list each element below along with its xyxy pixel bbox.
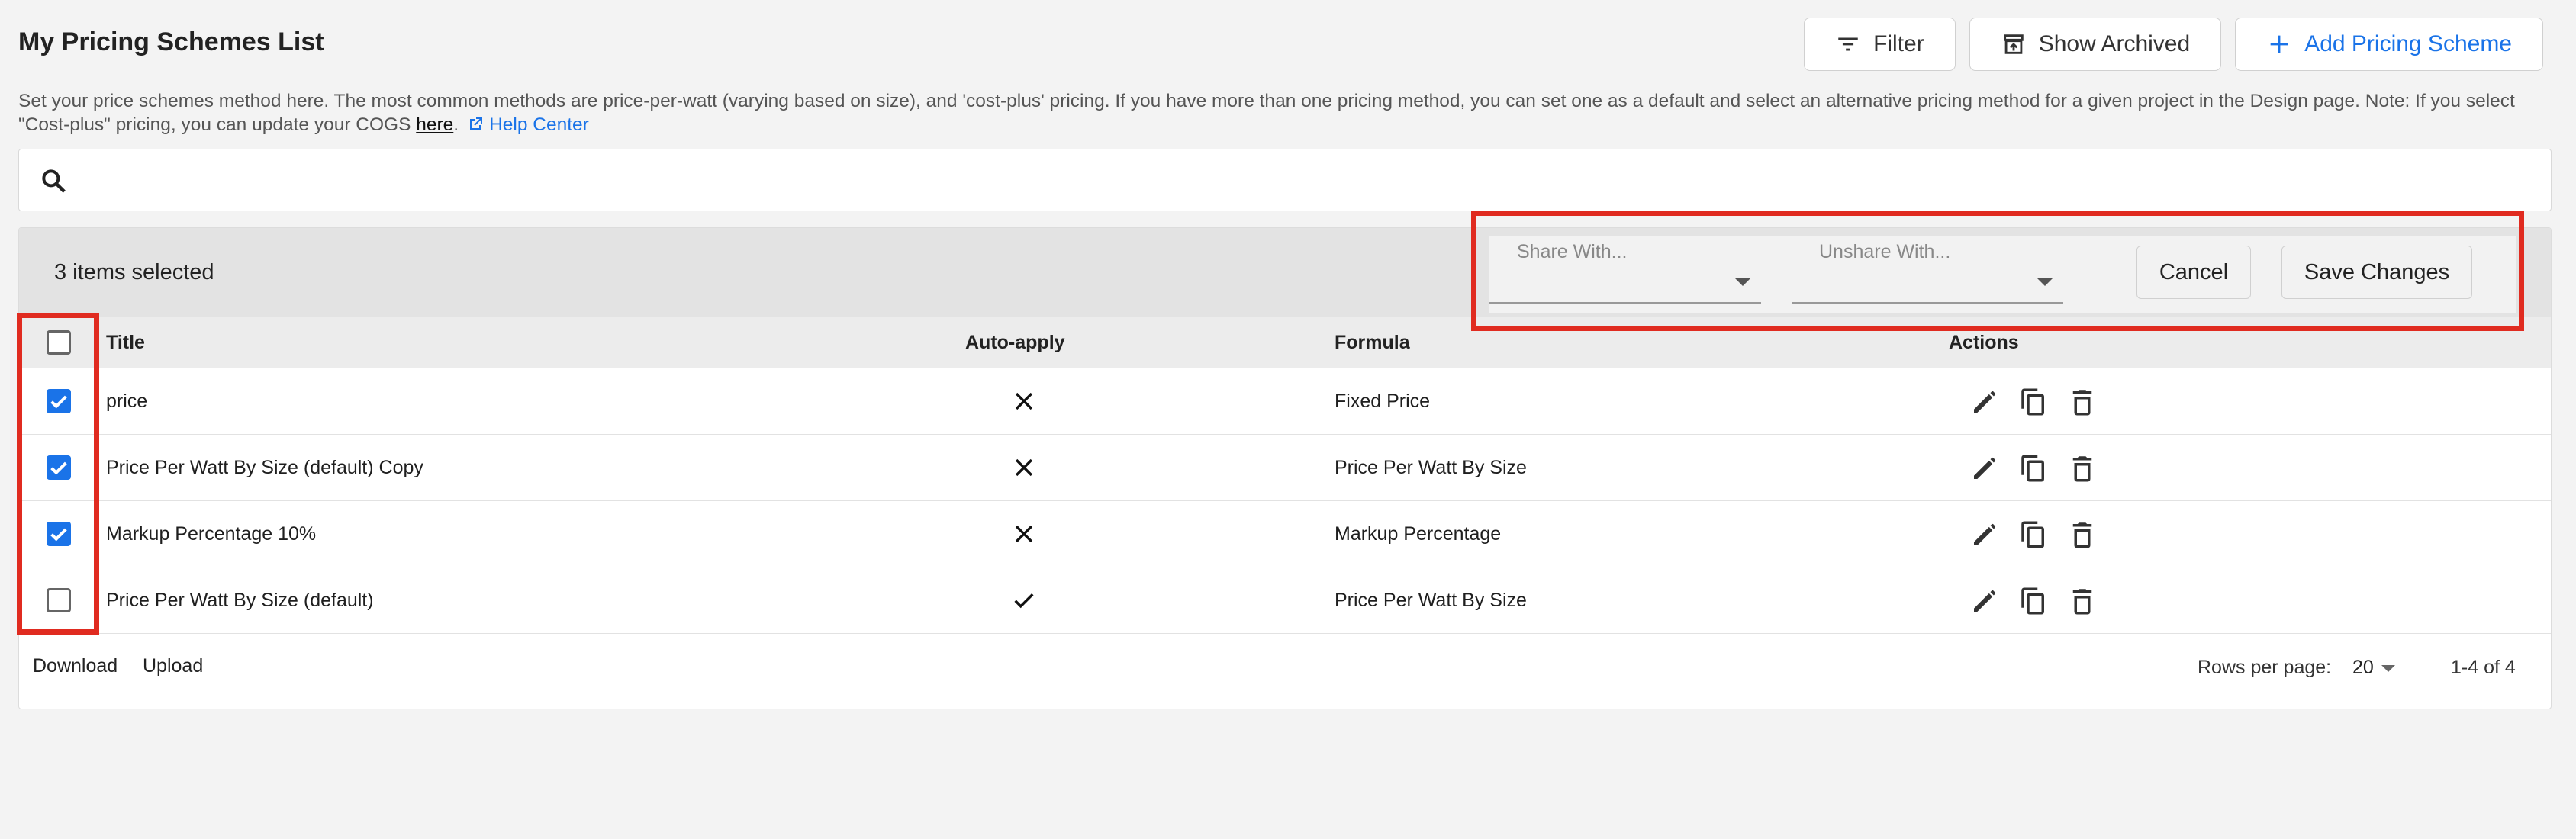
share-controls-highlight [1471, 211, 2524, 331]
row-title: Price Per Watt By Size (default) [106, 590, 374, 611]
close-icon [1011, 455, 1037, 481]
row-actions [1969, 368, 2098, 435]
chevron-down-icon [2381, 664, 2395, 672]
filter-button[interactable]: Filter [1804, 18, 1956, 71]
table-row: Price Per Watt By Size (default) Copy Pri… [19, 435, 2551, 501]
copy-icon[interactable] [2017, 519, 2050, 551]
help-center-label: Help Center [489, 114, 589, 135]
edit-icon[interactable] [1969, 519, 2001, 551]
row-actions [1969, 435, 2098, 501]
archive-icon [2003, 34, 2024, 54]
edit-icon[interactable] [1969, 386, 2001, 418]
edit-icon[interactable] [1969, 585, 2001, 617]
row-actions [1969, 567, 2098, 634]
search-input[interactable] [18, 149, 2552, 211]
cogs-link[interactable]: here [416, 114, 453, 135]
show-archived-button[interactable]: Show Archived [1969, 18, 2222, 71]
close-icon [1011, 388, 1037, 414]
copy-icon[interactable] [2017, 386, 2050, 418]
delete-icon[interactable] [2066, 519, 2098, 551]
filter-label: Filter [1873, 31, 1924, 56]
row-title: Price Per Watt By Size (default) Copy [106, 457, 423, 478]
add-pricing-scheme-button[interactable]: Add Pricing Scheme [2235, 18, 2543, 71]
row-formula: Fixed Price [1335, 391, 1431, 412]
delete-icon[interactable] [2066, 386, 2098, 418]
rows-per-page-label: Rows per page: [2198, 657, 2332, 678]
table-row: price Fixed Price [19, 368, 2551, 435]
filter-icon [1838, 37, 1858, 51]
copy-icon[interactable] [2017, 452, 2050, 484]
download-button[interactable]: Download [33, 655, 118, 677]
checkbox-column-highlight [17, 313, 99, 635]
description: Set your price schemes method here. The … [18, 91, 2515, 135]
external-link-icon [470, 117, 483, 130]
rows-per-page-value: 20 [2352, 657, 2374, 678]
show-archived-label: Show Archived [2038, 31, 2191, 56]
plus-icon [2270, 35, 2288, 53]
rows-per-page-select[interactable]: 20 [2352, 657, 2395, 679]
header-formula: Formula [1335, 332, 1410, 353]
pagination-range: 1-4 of 4 [2451, 657, 2516, 678]
edit-icon[interactable] [1969, 452, 2001, 484]
row-formula: Price Per Watt By Size [1335, 457, 1527, 478]
table-row: Markup Percentage 10% Markup Percentage [19, 501, 2551, 567]
upload-button[interactable]: Upload [143, 655, 203, 677]
delete-icon[interactable] [2066, 585, 2098, 617]
search-icon [42, 169, 66, 193]
help-center-link[interactable]: Help Center [459, 114, 589, 135]
selected-count: 3 items selected [54, 260, 214, 284]
delete-icon[interactable] [2066, 452, 2098, 484]
check-icon [1011, 587, 1037, 613]
header-auto-apply: Auto-apply [965, 332, 1065, 353]
description-text: Set your price schemes method here. The … [18, 91, 2515, 135]
row-formula: Markup Percentage [1335, 523, 1502, 545]
row-title: Markup Percentage 10% [106, 523, 317, 545]
add-pricing-scheme-label: Add Pricing Scheme [2304, 31, 2512, 56]
row-formula: Price Per Watt By Size [1335, 590, 1527, 611]
close-icon [1011, 521, 1037, 547]
copy-icon[interactable] [2017, 585, 2050, 617]
header-title: Title [106, 332, 145, 353]
top-actions: Filter Show Archived Add Pricing Scheme [1804, 18, 2543, 71]
row-title: price [106, 391, 148, 412]
page-title: My Pricing Schemes List [18, 27, 324, 56]
row-actions [1969, 501, 2098, 567]
table-row: Price Per Watt By Size (default) Price Pe… [19, 567, 2551, 634]
